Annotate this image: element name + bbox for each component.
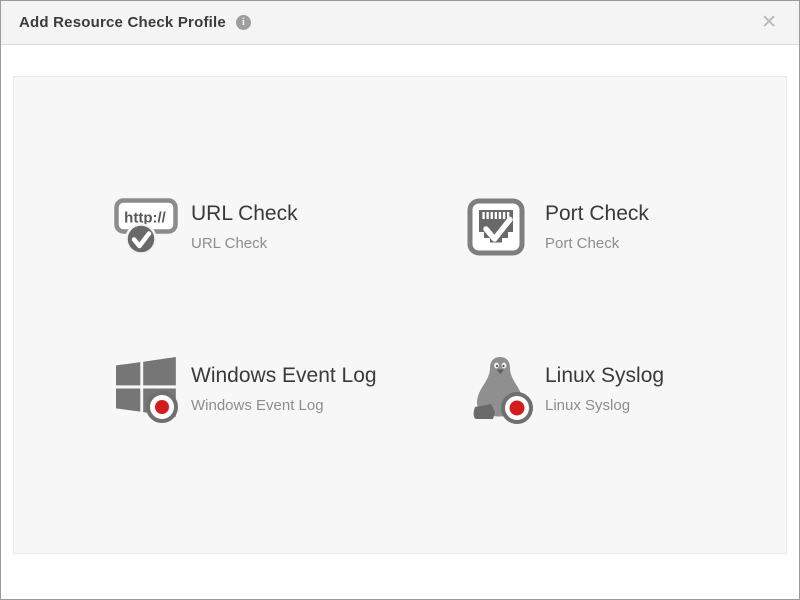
add-resource-check-profile-dialog: Add Resource Check Profile i ✕ http:// U… [0, 0, 800, 600]
option-title: Port Check [545, 202, 649, 226]
url-check-icon: http:// [113, 196, 191, 258]
modal-body: http:// URL Check URL Check [1, 46, 799, 599]
page-title: Add Resource Check Profile [19, 14, 226, 31]
close-icon[interactable]: ✕ [757, 11, 781, 34]
option-port-check[interactable]: Port Check Port Check [467, 196, 649, 258]
option-subtitle: Linux Syslog [545, 398, 664, 415]
linux-syslog-icon [467, 354, 545, 424]
option-title: Linux Syslog [545, 364, 664, 388]
info-icon[interactable]: i [236, 15, 251, 30]
option-url-check[interactable]: http:// URL Check URL Check [113, 196, 298, 258]
option-subtitle: URL Check [191, 236, 298, 253]
modal-header: Add Resource Check Profile i ✕ [1, 1, 799, 45]
option-title: URL Check [191, 202, 298, 226]
option-subtitle: Port Check [545, 236, 649, 253]
port-check-icon [467, 198, 545, 256]
options-panel: http:// URL Check URL Check [13, 76, 787, 554]
windows-event-log-icon [113, 355, 191, 423]
option-windows-event-log[interactable]: Windows Event Log Windows Event Log [113, 354, 377, 424]
option-linux-syslog[interactable]: Linux Syslog Linux Syslog [467, 354, 664, 424]
option-subtitle: Windows Event Log [191, 398, 377, 415]
option-title: Windows Event Log [191, 364, 377, 388]
